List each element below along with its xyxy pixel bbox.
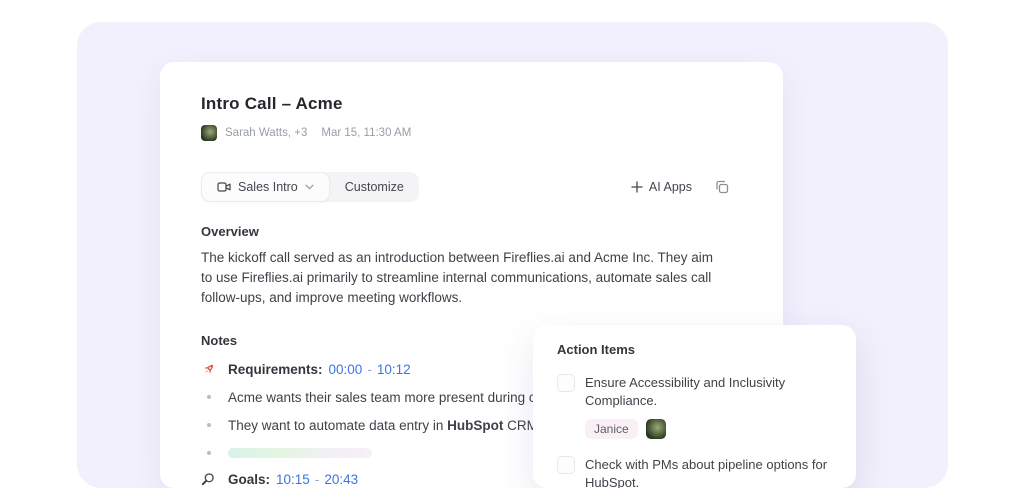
action-item-text: Ensure Accessibility and Inclusivity Com… xyxy=(585,374,832,410)
bullet-text: Acme wants their sales team more present… xyxy=(228,390,556,405)
customize-label: Customize xyxy=(345,180,404,194)
assignee-avatar xyxy=(646,419,666,439)
timestamp-link-start[interactable]: 00:00 xyxy=(329,362,363,377)
copy-icon xyxy=(714,179,730,195)
ai-apps-label: AI Apps xyxy=(649,180,692,194)
requirements-label: Requirements: xyxy=(228,362,323,377)
bullet-dot xyxy=(207,423,211,427)
rocket-icon xyxy=(201,362,216,377)
timestamp-link-end[interactable]: 10:12 xyxy=(377,362,411,377)
redacted-text-bar xyxy=(228,448,372,458)
action-item-text: Check with PMs about pipeline options fo… xyxy=(585,456,832,488)
video-camera-icon xyxy=(217,181,231,193)
bullet-dot xyxy=(207,395,211,399)
customize-button[interactable]: Customize xyxy=(330,172,419,202)
bullet-bold-text: HubSpot xyxy=(447,418,503,433)
assignee-row: Janice xyxy=(585,418,832,440)
page-title: Intro Call – Acme xyxy=(201,93,742,115)
overview-text: The kickoff call served as an introducti… xyxy=(201,248,713,308)
meeting-meta: Sarah Watts, +3 Mar 15, 11:30 AM xyxy=(201,125,742,141)
plus-icon xyxy=(631,181,643,193)
goals-label: Goals: xyxy=(228,472,270,487)
organizer-avatar xyxy=(201,125,217,141)
action-items-card: Action Items Ensure Accessibility and In… xyxy=(533,325,856,488)
lavender-panel: Intro Call – Acme Sarah Watts, +3 Mar 15… xyxy=(77,22,948,488)
bullet-dot xyxy=(207,451,211,455)
note-type-group: Sales Intro Customize xyxy=(201,172,419,202)
meeting-type-dropdown[interactable]: Sales Intro xyxy=(201,172,330,202)
meeting-type-label: Sales Intro xyxy=(238,180,298,194)
action-item-checkbox[interactable] xyxy=(557,374,575,392)
note-toolbar: Sales Intro Customize xyxy=(201,172,742,202)
action-item: Check with PMs about pipeline options fo… xyxy=(557,456,832,488)
action-items-heading: Action Items xyxy=(557,341,832,358)
timestamp-link-end[interactable]: 20:43 xyxy=(324,472,358,487)
timestamp-separator: - xyxy=(367,362,372,377)
action-item-checkbox[interactable] xyxy=(557,456,575,474)
timestamp-link-start[interactable]: 10:15 xyxy=(276,472,310,487)
chevron-down-icon xyxy=(305,184,314,190)
bullet-text: They want to automate data entry in HubS… xyxy=(228,418,538,433)
participants-label: Sarah Watts, +3 xyxy=(225,127,307,139)
timestamp-separator: - xyxy=(315,472,320,487)
ai-apps-button[interactable]: AI Apps xyxy=(631,180,692,194)
copy-button[interactable] xyxy=(714,179,730,195)
magnifier-icon xyxy=(201,472,215,486)
meeting-datetime: Mar 15, 11:30 AM xyxy=(321,127,411,139)
overview-heading: Overview xyxy=(201,223,742,240)
action-item: Ensure Accessibility and Inclusivity Com… xyxy=(557,374,832,440)
toolbar-right: AI Apps xyxy=(631,179,742,195)
assignee-tag[interactable]: Janice xyxy=(585,419,638,439)
